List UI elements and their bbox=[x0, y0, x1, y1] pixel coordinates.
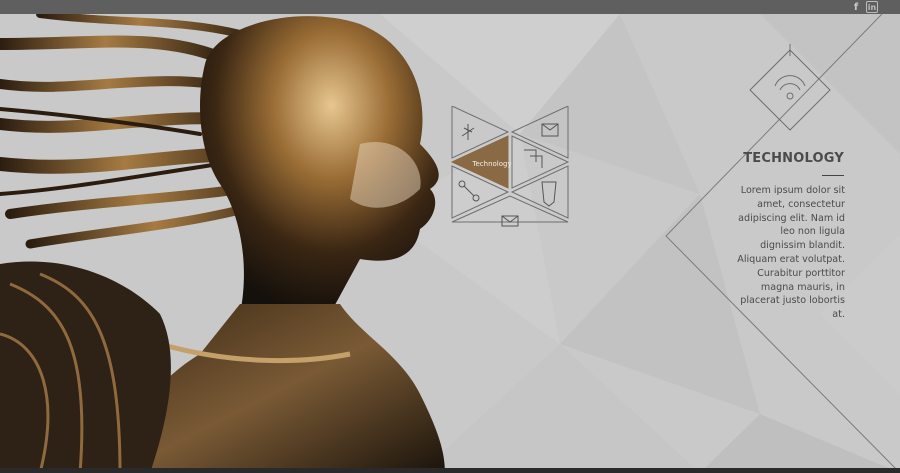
signal-icon bbox=[749, 49, 831, 131]
top-bar: f in bbox=[0, 0, 900, 14]
bottom-bar bbox=[0, 468, 900, 473]
facebook-icon[interactable]: f bbox=[850, 1, 862, 13]
section-body: Lorem ipsum dolor sit amet, consectetur … bbox=[737, 185, 845, 321]
hero-stage: Technology TECHNOLOGY Lorem ipsum dolor … bbox=[0, 14, 900, 473]
section-title: TECHNOLOGY bbox=[743, 151, 844, 166]
linkedin-icon[interactable]: in bbox=[866, 1, 878, 13]
title-divider bbox=[822, 175, 844, 176]
